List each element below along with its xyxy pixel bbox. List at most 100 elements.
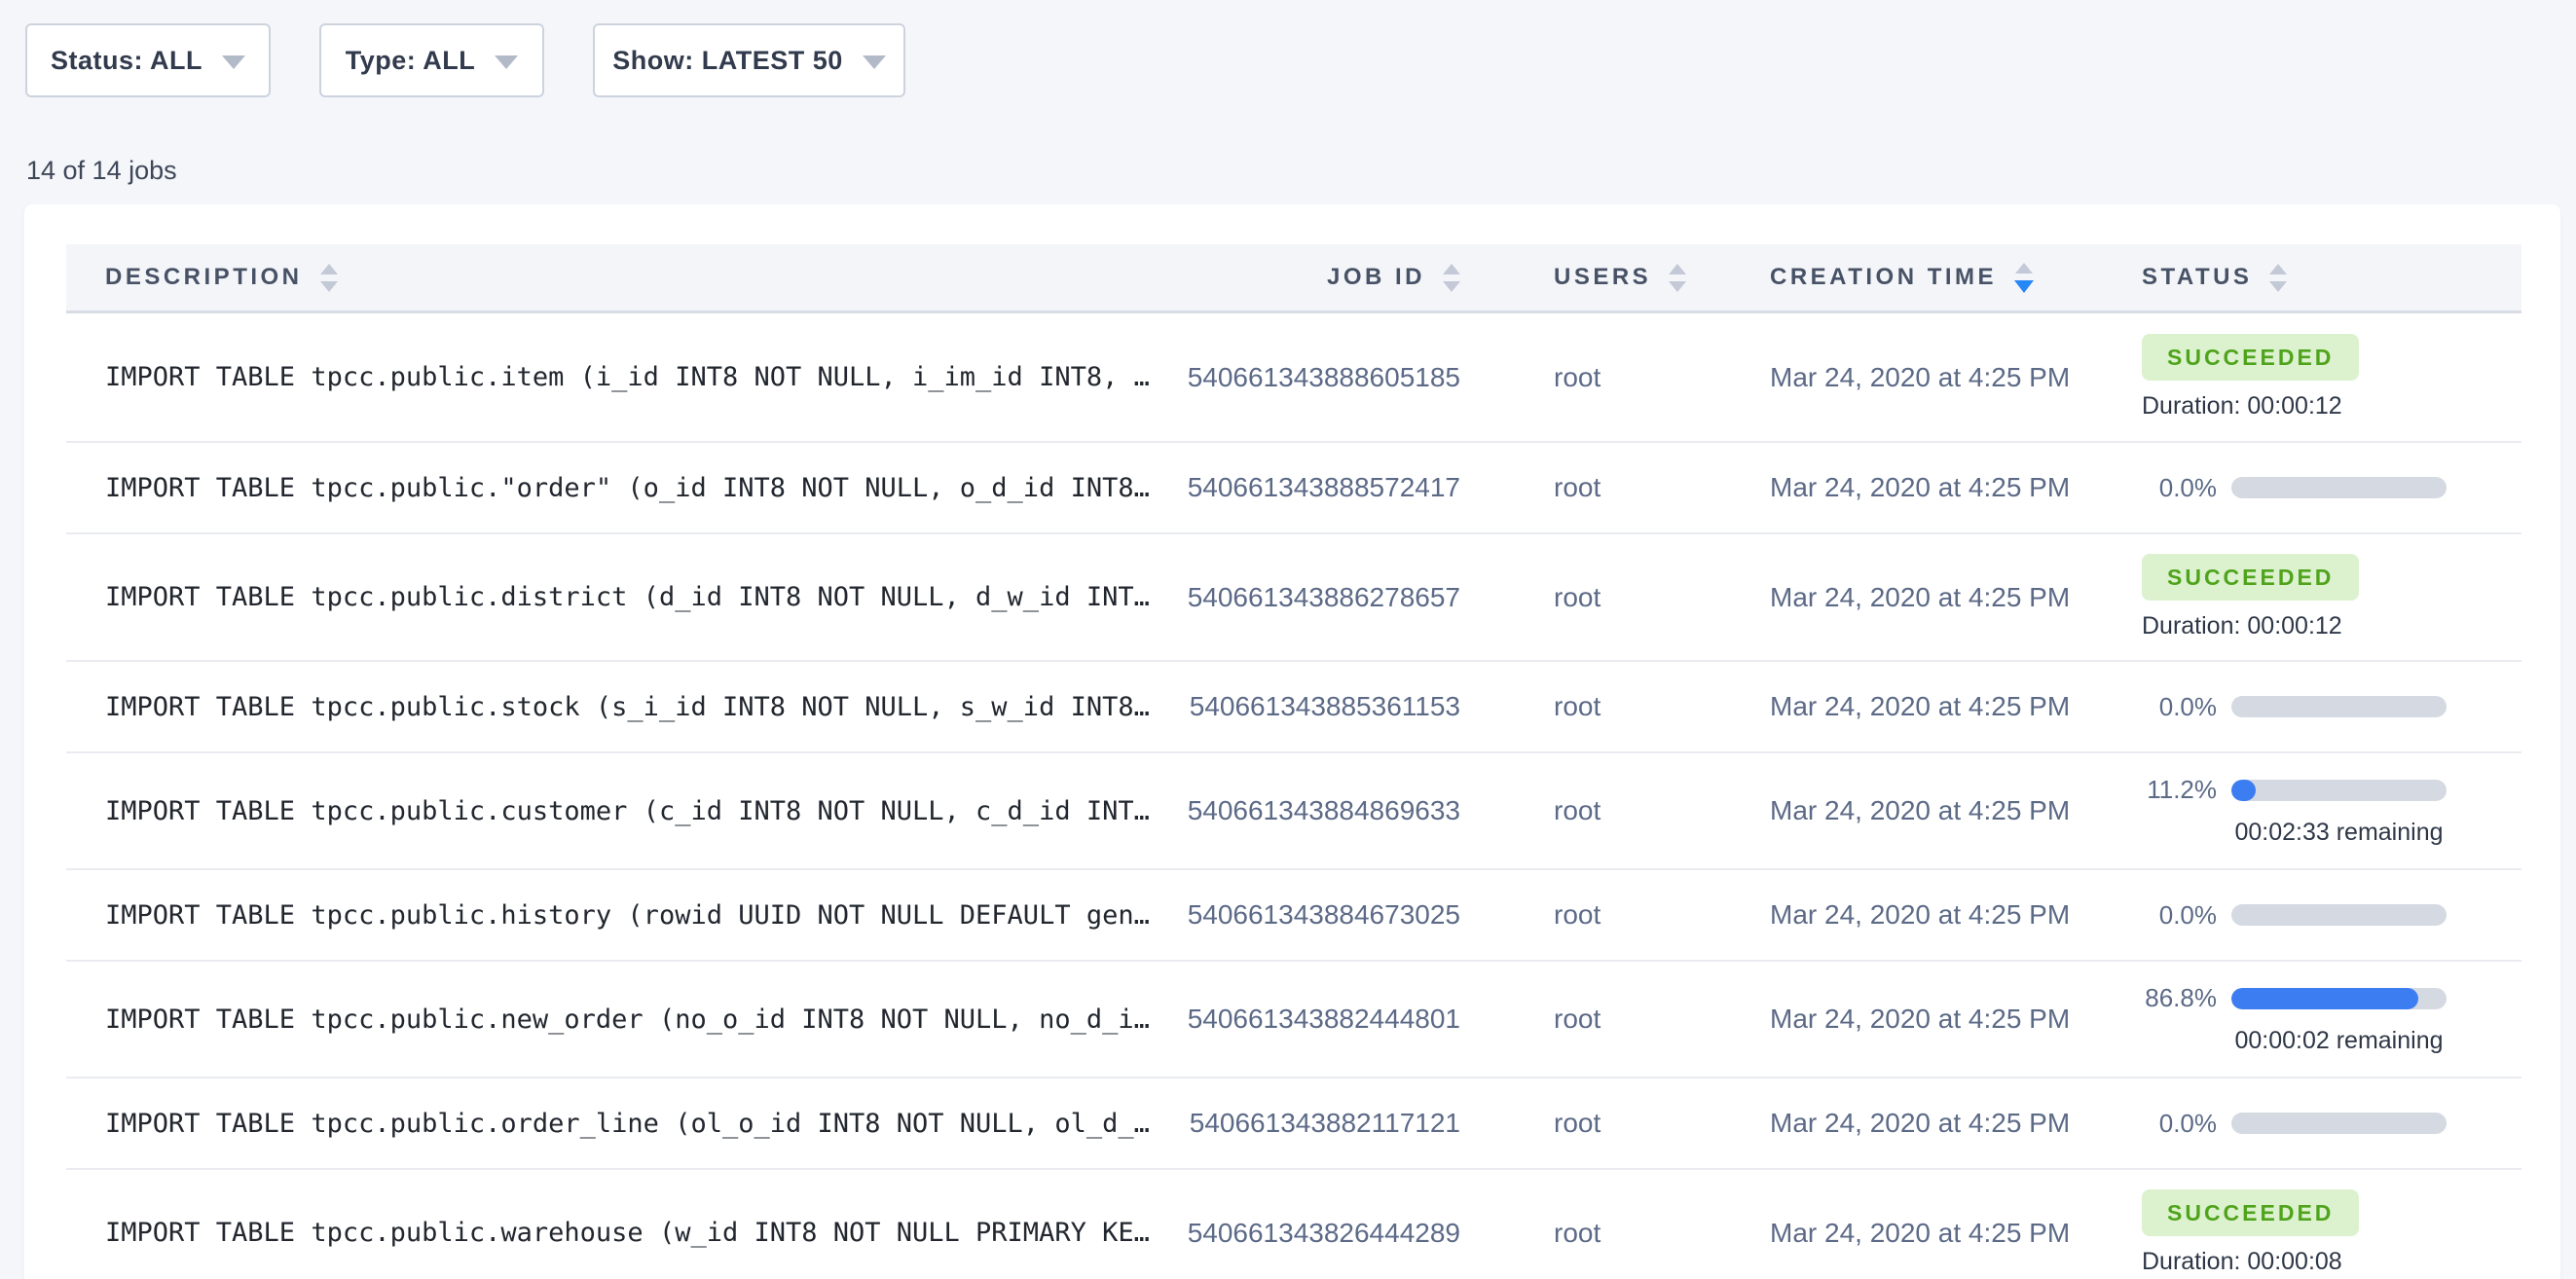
job-user: root (1460, 1108, 1704, 1139)
job-status: 0.0% (2076, 692, 2521, 722)
job-description: IMPORT TABLE tpcc.public.stock (s_i_id I… (66, 692, 1264, 722)
job-status: 0.0% (2076, 900, 2521, 931)
status-badge: SUCCEEDED (2142, 1189, 2359, 1236)
progress-bar (2231, 904, 2447, 926)
progress-percent: 0.0% (2142, 473, 2217, 503)
show-filter-dropdown[interactable]: Show: LATEST 50 (593, 23, 905, 97)
progress-bar (2231, 696, 2447, 717)
job-id: 540661343882444801 (1188, 1004, 1460, 1035)
job-id: 540661343888605185 (1188, 362, 1460, 393)
job-user: root (1460, 691, 1704, 722)
job-user: root (1460, 899, 1704, 931)
progress-group: 0.0% (2142, 900, 2521, 931)
job-description: IMPORT TABLE tpcc.public.new_order (no_o… (66, 1005, 1264, 1035)
filter-bar: Status: ALL Type: ALL Show: LATEST 50 (25, 23, 905, 97)
job-progress: 0.0% (2142, 692, 2521, 722)
job-creation-time: Mar 24, 2020 at 4:25 PM (1704, 472, 2076, 503)
job-creation-time: Mar 24, 2020 at 4:25 PM (1704, 1108, 2076, 1139)
job-id: 540661343888572417 (1188, 472, 1460, 503)
job-user: root (1460, 1218, 1704, 1249)
job-description: IMPORT TABLE tpcc.public.item (i_id INT8… (66, 362, 1264, 392)
job-creation-time: Mar 24, 2020 at 4:25 PM (1704, 582, 2076, 613)
status-filter-dropdown[interactable]: Status: ALL (25, 23, 271, 97)
job-creation-time: Mar 24, 2020 at 4:25 PM (1704, 1004, 2076, 1035)
progress-bar (2231, 780, 2447, 801)
table-row[interactable]: IMPORT TABLE tpcc.public.stock (s_i_id I… (66, 660, 2521, 751)
job-progress: 86.8% 00:00:02 remaining (2142, 983, 2521, 1055)
table-row[interactable]: IMPORT TABLE tpcc.public.order_line (ol_… (66, 1077, 2521, 1168)
job-progress: 11.2% 00:02:33 remaining (2142, 775, 2521, 847)
job-status: 0.0% (2076, 1109, 2521, 1139)
table-row[interactable]: IMPORT TABLE tpcc.public.item (i_id INT8… (66, 313, 2521, 441)
status-badge-group: SUCCEEDED Duration: 00:00:12 (2142, 554, 2521, 640)
progress-bar (2231, 1113, 2447, 1134)
column-label: CREATION TIME (1770, 264, 1997, 291)
status-badge-group: SUCCEEDED Duration: 00:00:08 (2142, 1189, 2521, 1276)
job-id: 540661343826444289 (1188, 1218, 1460, 1249)
column-header-users[interactable]: USERS (1460, 264, 1704, 292)
sort-desc-icon (1669, 281, 1686, 292)
progress-fill (2231, 780, 2256, 801)
sort-icons (1443, 264, 1460, 292)
job-user: root (1460, 1004, 1704, 1035)
job-description: IMPORT TABLE tpcc.public.warehouse (w_id… (66, 1218, 1264, 1248)
job-progress: 0.0% (2142, 1109, 2521, 1139)
status-badge-group: SUCCEEDED Duration: 00:00:12 (2142, 334, 2521, 420)
job-creation-time: Mar 24, 2020 at 4:25 PM (1704, 691, 2076, 722)
job-status: SUCCEEDED Duration: 00:00:12 (2076, 334, 2521, 420)
sort-icons (2269, 264, 2287, 292)
column-header-job-id[interactable]: JOB ID (1264, 264, 1460, 292)
sort-icons (2014, 263, 2034, 293)
sort-desc-icon (320, 281, 338, 292)
status-duration: Duration: 00:00:12 (2142, 612, 2521, 640)
job-creation-time: Mar 24, 2020 at 4:25 PM (1704, 899, 2076, 931)
job-user: root (1460, 362, 1704, 393)
table-row[interactable]: IMPORT TABLE tpcc.public.new_order (no_o… (66, 960, 2521, 1077)
progress-group: 11.2% (2142, 775, 2521, 805)
status-badge: SUCCEEDED (2142, 334, 2359, 381)
progress-group: 0.0% (2142, 1109, 2521, 1139)
table-row[interactable]: IMPORT TABLE tpcc.public."order" (o_id I… (66, 441, 2521, 532)
progress-remaining: 00:02:33 remaining (2231, 819, 2447, 847)
progress-fill (2231, 988, 2418, 1009)
table-row[interactable]: IMPORT TABLE tpcc.public.district (d_id … (66, 532, 2521, 660)
job-creation-time: Mar 24, 2020 at 4:25 PM (1704, 795, 2076, 826)
sort-asc-icon (1443, 264, 1460, 274)
job-id: 540661343884673025 (1188, 899, 1460, 931)
table-body: IMPORT TABLE tpcc.public.item (i_id INT8… (66, 313, 2521, 1279)
column-label: JOB ID (1327, 264, 1425, 291)
job-creation-time: Mar 24, 2020 at 4:25 PM (1704, 1218, 2076, 1249)
progress-group: 86.8% (2142, 983, 2521, 1013)
progress-percent: 86.8% (2142, 983, 2217, 1013)
sort-asc-icon (2015, 263, 2033, 274)
column-header-status[interactable]: STATUS (2076, 264, 2521, 292)
table-row[interactable]: IMPORT TABLE tpcc.public.history (rowid … (66, 868, 2521, 960)
job-description: IMPORT TABLE tpcc.public.district (d_id … (66, 582, 1264, 612)
table-row[interactable]: IMPORT TABLE tpcc.public.customer (c_id … (66, 751, 2521, 868)
type-filter-dropdown[interactable]: Type: ALL (319, 23, 544, 97)
sort-icons (320, 264, 338, 292)
sort-desc-icon (1443, 281, 1460, 292)
column-header-description[interactable]: DESCRIPTION (66, 264, 1264, 292)
jobs-count: 14 of 14 jobs (26, 156, 177, 186)
show-filter-label: Show: LATEST 50 (612, 46, 843, 76)
column-header-creation-time[interactable]: CREATION TIME (1704, 263, 2076, 293)
job-user: root (1460, 582, 1704, 613)
job-id: 540661343884869633 (1188, 795, 1460, 826)
job-creation-time: Mar 24, 2020 at 4:25 PM (1704, 362, 2076, 393)
job-progress: 0.0% (2142, 473, 2521, 503)
status-duration: Duration: 00:00:08 (2142, 1248, 2521, 1276)
progress-percent: 11.2% (2142, 775, 2217, 805)
table-header-row: DESCRIPTION JOB ID USERS CREATION TIME S… (66, 244, 2521, 313)
sort-asc-icon (320, 264, 338, 274)
progress-remaining: 00:00:02 remaining (2231, 1027, 2447, 1055)
chevron-down-icon (495, 55, 518, 69)
job-description: IMPORT TABLE tpcc.public.history (rowid … (66, 900, 1264, 931)
column-label: STATUS (2142, 264, 2252, 291)
table-row[interactable]: IMPORT TABLE tpcc.public.warehouse (w_id… (66, 1168, 2521, 1279)
job-user: root (1460, 795, 1704, 826)
job-status: SUCCEEDED Duration: 00:00:08 (2076, 1189, 2521, 1276)
status-duration: Duration: 00:00:12 (2142, 392, 2521, 420)
job-status: SUCCEEDED Duration: 00:00:12 (2076, 554, 2521, 640)
chevron-down-icon (863, 55, 886, 69)
